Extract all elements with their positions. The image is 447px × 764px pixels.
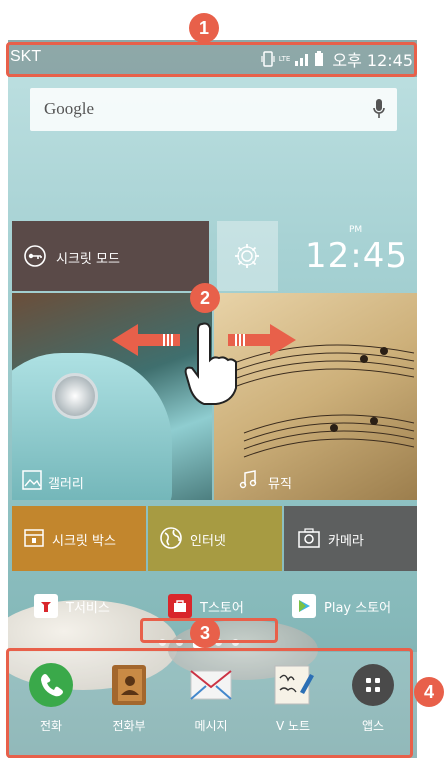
key-icon bbox=[24, 245, 46, 267]
music-note-icon bbox=[239, 470, 257, 489]
music-label: 뮤직 bbox=[268, 477, 292, 492]
callout-badge-4: 4 bbox=[414, 677, 444, 707]
secret-mode-tile[interactable]: 시크릿 모드 bbox=[12, 221, 209, 291]
callout-badge-3: 3 bbox=[190, 618, 220, 648]
microphone-icon[interactable] bbox=[373, 98, 385, 120]
t-store-label: T스토어 bbox=[200, 600, 244, 616]
camera-tile[interactable]: 카메라 bbox=[284, 506, 417, 571]
callout-box-dock bbox=[6, 648, 413, 758]
settings-tile[interactable] bbox=[217, 221, 278, 291]
camera-icon bbox=[298, 528, 320, 548]
box-icon bbox=[24, 529, 44, 547]
car-headlight bbox=[52, 373, 98, 419]
t-store-icon bbox=[168, 594, 192, 618]
search-label: Google bbox=[44, 99, 95, 118]
gallery-label: 갤러리 bbox=[48, 477, 84, 492]
play-store-icon bbox=[292, 594, 316, 618]
secret-box-tile[interactable]: 시크릿 박스 bbox=[12, 506, 146, 571]
play-store-app[interactable]: Play 스토어 bbox=[292, 594, 391, 618]
internet-tile[interactable]: 인터넷 bbox=[148, 506, 282, 571]
camera-label: 카메라 bbox=[328, 534, 364, 549]
callout-badge-2: 2 bbox=[190, 283, 220, 313]
clock-widget[interactable]: 12:45 bbox=[305, 236, 408, 276]
t-store-app[interactable]: T스토어 bbox=[168, 594, 244, 618]
clock-ampm: PM bbox=[349, 225, 363, 235]
internet-label: 인터넷 bbox=[190, 534, 226, 549]
secret-mode-label: 시크릿 모드 bbox=[56, 252, 120, 267]
callout-box-status-bar bbox=[6, 42, 417, 77]
google-search-bar[interactable]: Google bbox=[30, 88, 397, 131]
globe-icon bbox=[160, 527, 182, 549]
t-service-app[interactable]: T서비스 bbox=[34, 594, 110, 618]
callout-badge-1: 1 bbox=[189, 13, 219, 43]
gear-icon bbox=[235, 244, 259, 268]
t-service-label: T서비스 bbox=[66, 600, 110, 616]
play-store-label: Play 스토어 bbox=[324, 600, 392, 616]
secret-box-label: 시크릿 박스 bbox=[52, 534, 116, 549]
t-service-icon bbox=[34, 594, 58, 618]
gallery-icon bbox=[22, 470, 42, 490]
swipe-gesture-illustration bbox=[112, 322, 296, 405]
